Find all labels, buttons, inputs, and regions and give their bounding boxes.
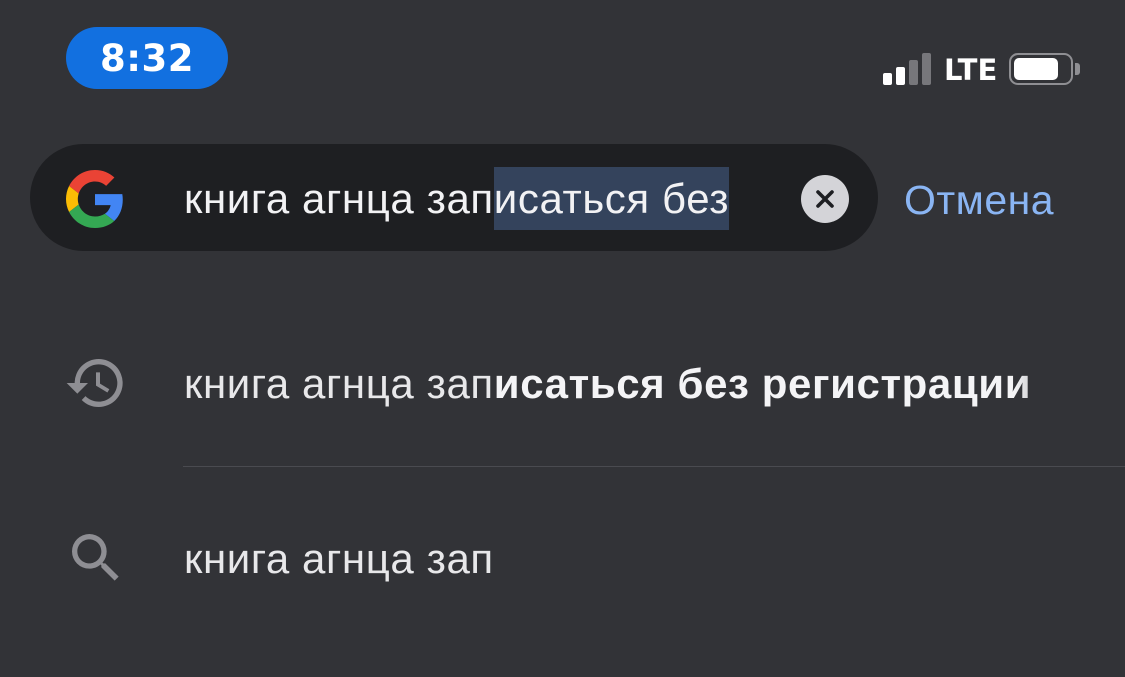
suggestion-prefix: книга агнца зап bbox=[184, 535, 494, 582]
clear-icon bbox=[816, 190, 834, 208]
network-type: LTE bbox=[944, 53, 998, 87]
suggestion-text: книга агнца зап bbox=[184, 524, 1125, 594]
suggestion-completion: исаться без регистрации bbox=[493, 360, 1032, 407]
status-time: 8:32 bbox=[99, 36, 195, 80]
divider bbox=[183, 466, 1125, 467]
battery-icon bbox=[1009, 53, 1073, 85]
suggestion-search[interactable]: книга агнца зап bbox=[0, 504, 1125, 614]
battery-level bbox=[1014, 58, 1058, 80]
battery-tip bbox=[1075, 63, 1080, 75]
cancel-button[interactable]: Отмена bbox=[904, 170, 1054, 230]
history-icon bbox=[66, 359, 123, 408]
clear-button[interactable] bbox=[801, 175, 849, 223]
suggestion-text: книга агнца записаться без регистрации bbox=[184, 349, 1125, 419]
suggestion-prefix: книга агнца зап bbox=[184, 360, 494, 407]
signal-strength-icon bbox=[883, 52, 935, 85]
search-input[interactable]: книга агнца записаться без bbox=[184, 164, 730, 234]
search-query-text: книга агнца зап bbox=[184, 175, 494, 222]
search-icon bbox=[72, 534, 119, 581]
suggestion-history[interactable]: книга агнца записаться без регистрации bbox=[0, 328, 1125, 438]
text-fade bbox=[1015, 349, 1125, 419]
time-pill[interactable]: 8:32 bbox=[66, 27, 228, 89]
search-screen: 8:32 LTE книга агнца записаться без Отме… bbox=[0, 0, 1125, 677]
search-query-selection: исаться без bbox=[493, 167, 730, 230]
google-g-icon bbox=[66, 170, 123, 228]
